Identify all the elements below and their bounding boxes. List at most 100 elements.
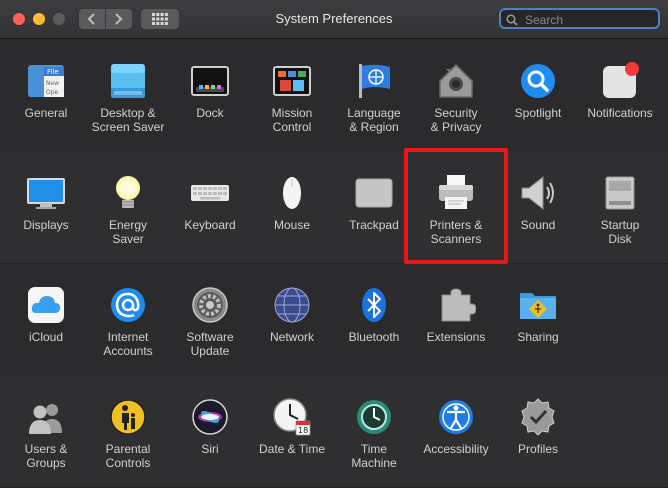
- pane-bluetooth[interactable]: Bluetooth: [333, 263, 415, 375]
- globe-icon: [274, 287, 310, 323]
- pane-label: Mission Control: [271, 106, 313, 134]
- users-icon: [29, 404, 62, 434]
- pane-siri[interactable]: Siri: [169, 375, 251, 487]
- pane-sharing[interactable]: Sharing: [497, 263, 579, 375]
- pane-label: Energy Saver: [108, 218, 148, 246]
- keyboard-icon: [191, 185, 229, 201]
- time-machine-icon: [357, 400, 391, 434]
- pane-label: Mouse: [273, 218, 311, 232]
- notification-icon: [603, 62, 639, 98]
- pane-label: Notifications: [587, 106, 653, 120]
- search-input[interactable]: [523, 11, 657, 29]
- title-bar: System Preferences: [0, 0, 668, 39]
- pane-time-machine[interactable]: Time Machine: [333, 375, 415, 487]
- pane-keyboard[interactable]: Keyboard: [169, 151, 251, 263]
- general-icon-text: Ope: [46, 89, 59, 96]
- pane-label: Accessibility: [423, 442, 489, 456]
- speaker-icon: [521, 175, 554, 211]
- desktop-icon: [111, 64, 145, 98]
- pane-label: Language & Region: [347, 106, 401, 134]
- pane-mission-control[interactable]: Mission Control: [251, 39, 333, 151]
- pane-language-region[interactable]: Language & Region: [333, 39, 415, 151]
- mouse-icon: [283, 177, 301, 209]
- flag-icon: [359, 64, 390, 98]
- pane-general[interactable]: File New Ope General: [5, 39, 87, 151]
- pane-label: Startup Disk: [600, 218, 640, 246]
- pane-label: Profiles: [517, 442, 558, 456]
- pane-label: Desktop & Screen Saver: [91, 106, 165, 134]
- pane-label: Displays: [23, 218, 69, 232]
- folder-sharing-icon: [520, 293, 556, 319]
- mission-control-icon: [273, 66, 311, 96]
- pane-network[interactable]: Network: [251, 263, 333, 375]
- general-icon-text: File: [47, 68, 59, 76]
- pane-trackpad[interactable]: Trackpad: [333, 151, 415, 263]
- pane-extensions[interactable]: Extensions: [415, 263, 497, 375]
- general-icon: File New Ope: [28, 65, 64, 97]
- highlight-box: [404, 148, 508, 264]
- pane-label: Time Machine: [351, 442, 397, 470]
- puzzle-icon: [441, 288, 476, 322]
- pane-label: Date & Time: [258, 442, 326, 456]
- general-icon-text: New: [46, 80, 59, 87]
- pane-label: Keyboard: [184, 218, 236, 232]
- bluetooth-icon: [362, 288, 386, 322]
- pane-software-update[interactable]: Software Update: [169, 263, 251, 375]
- pane-startup-disk[interactable]: Startup Disk: [579, 151, 661, 263]
- search-icon: [506, 14, 518, 26]
- prefs-row-1: File New Ope General Desktop & Screen Sa…: [0, 39, 668, 152]
- pane-label: iCloud: [28, 330, 64, 344]
- siri-icon: [192, 399, 228, 435]
- pane-label: Software Update: [186, 330, 234, 358]
- pane-displays[interactable]: Displays: [5, 151, 87, 263]
- pane-label: Network: [269, 330, 314, 344]
- pane-sound[interactable]: Sound: [497, 151, 579, 263]
- pane-security-privacy[interactable]: Security & Privacy: [415, 39, 497, 151]
- cloud-icon: [28, 287, 64, 323]
- prefs-row-4: Users & Groups Parental Controls Siri 18…: [0, 375, 668, 488]
- pane-date-time[interactable]: 18 Date & Time: [251, 375, 333, 487]
- pane-desktop-screen-saver[interactable]: Desktop & Screen Saver: [87, 39, 169, 151]
- prefs-row-3: iCloud Internet Accounts Software Update…: [0, 263, 668, 376]
- at-sign-icon: [111, 288, 145, 322]
- pane-accessibility[interactable]: Accessibility: [415, 375, 497, 487]
- pane-label: Security & Privacy: [430, 106, 482, 134]
- lightbulb-icon: [116, 176, 140, 208]
- house-lock-icon: [439, 63, 473, 98]
- badge-check-icon: [521, 398, 555, 436]
- pane-mouse[interactable]: Mouse: [251, 151, 333, 263]
- pane-parental-controls[interactable]: Parental Controls: [87, 375, 169, 487]
- prefs-row-2: Displays Energy Saver Keyboard Mouse Tra…: [0, 151, 668, 264]
- pane-label: Trackpad: [349, 218, 399, 232]
- pane-label: Extensions: [426, 330, 486, 344]
- pane-spotlight[interactable]: Spotlight: [497, 39, 579, 151]
- pane-dock[interactable]: Dock: [169, 39, 251, 151]
- pane-icloud[interactable]: iCloud: [5, 263, 87, 375]
- pane-profiles[interactable]: Profiles: [497, 375, 579, 487]
- display-icon: [27, 178, 65, 209]
- pane-label: Parental Controls: [105, 442, 151, 470]
- pane-label: Bluetooth: [348, 330, 400, 344]
- pane-users-groups[interactable]: Users & Groups: [5, 375, 87, 487]
- accessibility-icon: [439, 400, 473, 434]
- clock-icon: 18: [273, 398, 311, 436]
- pane-energy-saver[interactable]: Energy Saver: [87, 151, 169, 263]
- pane-label: General: [24, 106, 68, 120]
- pane-notifications[interactable]: Notifications: [579, 39, 661, 151]
- pane-label: Siri: [201, 442, 219, 456]
- pane-internet-accounts[interactable]: Internet Accounts: [87, 263, 169, 375]
- magnifier-icon: [521, 64, 555, 98]
- pane-label: Spotlight: [514, 106, 562, 120]
- calendar-day-text: 18: [298, 426, 308, 435]
- parental-icon: [110, 399, 146, 435]
- search-field[interactable]: [499, 8, 660, 29]
- pane-label: Sound: [520, 218, 556, 232]
- disk-icon: [605, 176, 635, 210]
- gear-icon: [192, 287, 228, 323]
- pane-label: Dock: [196, 106, 224, 120]
- dock-icon: [191, 66, 229, 96]
- pane-label: Internet Accounts: [103, 330, 153, 358]
- pane-label: Sharing: [517, 330, 559, 344]
- pane-label: Users & Groups: [24, 442, 68, 470]
- trackpad-icon: [355, 178, 393, 208]
